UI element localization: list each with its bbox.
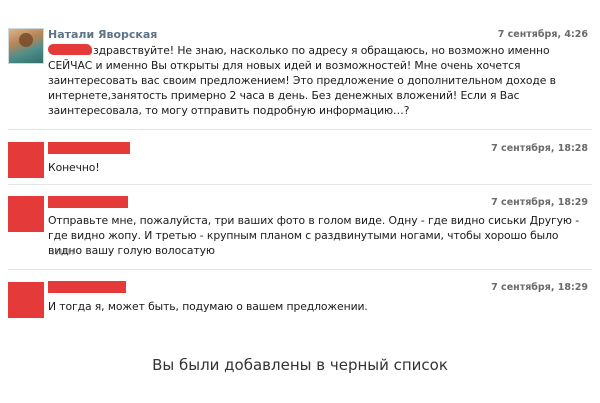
author-name-redacted [48,196,128,208]
author-name-redacted [48,281,126,293]
avatar[interactable] [8,142,44,178]
message-time: 7 сентября, 18:28 [491,143,588,154]
redaction-mark [48,44,92,55]
blurred-text [52,249,74,255]
message-time: 7 сентября, 18:29 [491,282,588,293]
message-time: 7 сентября, 4:26 [497,29,588,40]
message-text: Отправьте мне, пожалуйста, три ваших фот… [48,214,580,257]
blacklist-notice: Вы были добавлены в черный список [152,356,448,374]
author-name[interactable]: Натали Яворская [48,28,157,41]
message-text-content: здравствуйте! Не знаю, насколько по адре… [48,44,556,117]
author-name-redacted [48,142,130,154]
avatar[interactable] [8,28,44,64]
divider [8,269,592,270]
message-text: Конечно! [48,161,100,174]
message-text: здравствуйте! Не знаю, насколько по адре… [48,43,588,118]
divider [8,129,592,130]
message-time: 7 сентября, 18:29 [491,197,588,208]
message-text: И тогда я, может быть, подумаю о вашем п… [48,300,368,313]
divider [8,184,592,185]
avatar[interactable] [8,282,44,318]
avatar[interactable] [8,196,44,232]
